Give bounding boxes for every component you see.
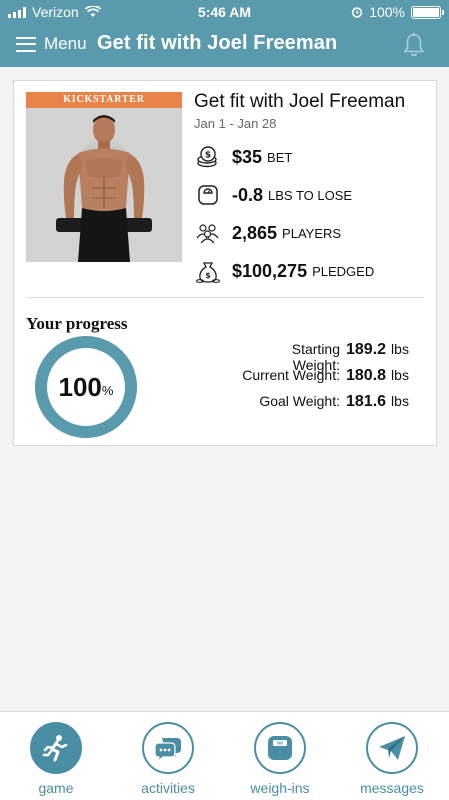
players-value: 2,865 — [232, 222, 278, 243]
current-weight-unit: lbs — [391, 367, 409, 383]
athlete-photo — [26, 108, 182, 262]
current-weight-label: Current Weight: — [242, 367, 340, 383]
goal-weight-value: 181.6 — [346, 393, 387, 410]
progress-percent: 100% — [34, 335, 138, 439]
money-bag-icon: $ — [194, 257, 222, 285]
pledged-label: PLEDGED — [312, 263, 375, 279]
stat-lbs-to-lose: -0.8 LBS TO LOSE — [194, 181, 352, 209]
paper-plane-icon — [366, 722, 418, 774]
battery-percent: 100% — [369, 4, 405, 20]
progress-title: Your progress — [26, 314, 128, 333]
battery-icon — [411, 5, 444, 19]
progress-percent-sign: % — [101, 382, 114, 398]
menu-label: Menu — [44, 34, 87, 53]
scale-icon — [194, 181, 222, 209]
tab-activities[interactable]: activities — [118, 722, 218, 796]
progress-percent-value: 100 — [58, 371, 102, 402]
goal-weight-label: Goal Weight: — [259, 393, 340, 409]
nav-bar: Menu Get fit with Joel Freeman — [0, 28, 449, 64]
card-divider — [26, 297, 424, 298]
tab-messages-label: messages — [360, 780, 424, 796]
status-bar: Verizon 5:46 AM 100% — [0, 0, 449, 24]
lbs-to-lose-value: -0.8 — [232, 184, 264, 205]
tab-weigh-ins-label: weigh-ins — [250, 780, 310, 796]
menu-button[interactable]: Menu — [16, 34, 87, 54]
svg-text:$: $ — [205, 151, 211, 161]
starting-weight-row: Starting Weight: 189.2 lbs — [242, 341, 409, 373]
game-title: Get fit with Joel Freeman — [194, 91, 406, 112]
svg-text:$: $ — [205, 271, 211, 280]
coins-icon: $ — [194, 143, 222, 171]
scale-icon — [254, 722, 306, 774]
stat-players: 2,865 PLAYERS — [194, 219, 341, 247]
kickstarter-banner: KICKSTARTER — [26, 92, 182, 108]
tab-game[interactable]: game — [6, 722, 106, 796]
tab-game-label: game — [38, 780, 74, 796]
bell-icon[interactable] — [403, 32, 425, 58]
current-weight-value: 180.8 — [346, 367, 387, 384]
starting-weight-value: 189.2 — [346, 341, 387, 358]
stat-bet: $ $35 BET — [194, 143, 292, 171]
tab-messages[interactable]: messages — [342, 722, 442, 796]
pledged-value: $100,275 — [232, 260, 308, 281]
game-cover-image: KICKSTARTER — [26, 92, 182, 262]
chat-bubbles-icon — [142, 722, 194, 774]
tab-weigh-ins[interactable]: weigh-ins — [230, 722, 330, 796]
hamburger-icon — [16, 36, 36, 52]
alarm-icon — [351, 7, 363, 18]
bet-value: $35 — [232, 146, 263, 167]
page-title: Get fit with Joel Freeman — [97, 32, 338, 54]
game-card[interactable]: KICKSTARTER Get fit with Joel Freeman Ja… — [13, 80, 437, 446]
goal-weight-unit: lbs — [391, 393, 409, 409]
tab-bar: game activities weigh-ins messages — [0, 711, 449, 800]
runner-icon — [30, 722, 82, 774]
starting-weight-unit: lbs — [391, 341, 409, 357]
weights-table: Starting Weight: 189.2 lbs Current Weigh… — [242, 341, 409, 419]
goal-weight-row: Goal Weight: 181.6 lbs — [242, 393, 409, 419]
current-weight-row: Current Weight: 180.8 lbs — [242, 367, 409, 393]
tab-activities-label: activities — [141, 780, 195, 796]
lbs-to-lose-label: LBS TO LOSE — [268, 187, 353, 203]
stat-pledged: $ $100,275 PLEDGED — [194, 257, 374, 285]
bet-label: BET — [267, 149, 293, 165]
players-label: PLAYERS — [282, 225, 342, 241]
game-dates: Jan 1 - Jan 28 — [194, 116, 277, 131]
players-icon — [194, 219, 222, 247]
app-header: Verizon 5:46 AM 100% Menu Get fit with J… — [0, 0, 449, 67]
